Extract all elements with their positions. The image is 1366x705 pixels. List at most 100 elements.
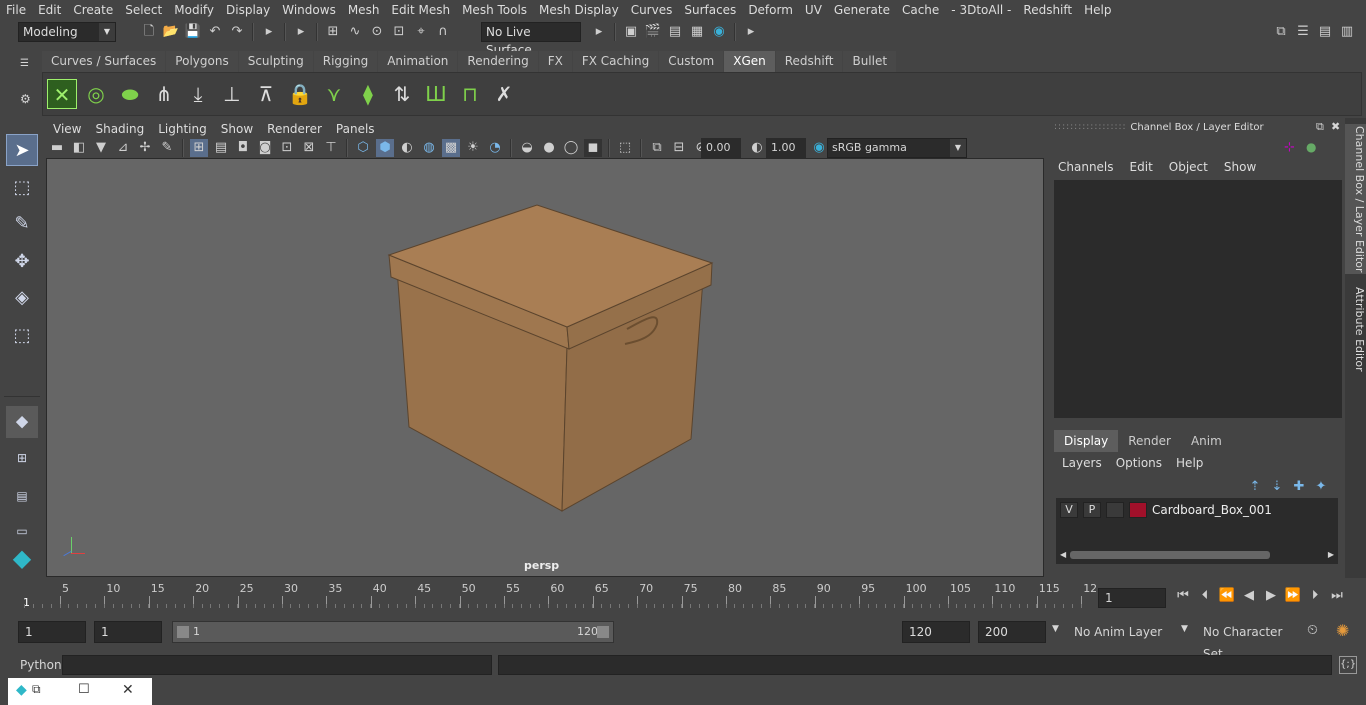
- redo-icon[interactable]: ↷: [228, 23, 246, 41]
- shadows-icon[interactable]: ◔: [486, 139, 504, 157]
- mode-selector[interactable]: Modeling ▼: [18, 22, 116, 42]
- menu-item-mesh-tools[interactable]: Mesh Tools: [456, 0, 533, 20]
- snap-view-icon[interactable]: ⊡: [390, 23, 408, 41]
- image-plane-icon[interactable]: ⊿: [114, 139, 132, 157]
- live-surface-field[interactable]: No Live Surface: [481, 22, 581, 57]
- channel-box-area[interactable]: [1054, 180, 1342, 418]
- grease-pencil-icon[interactable]: ✎: [158, 139, 176, 157]
- snap-surface-icon[interactable]: ⌖: [412, 23, 430, 41]
- menu-item-redshift[interactable]: Redshift: [1017, 0, 1078, 20]
- layer-visibility-toggle[interactable]: V: [1060, 502, 1078, 518]
- cardboard-box-render[interactable]: [47, 159, 1043, 576]
- chevron-down-icon[interactable]: ▼: [1181, 624, 1188, 634]
- viewport-menu-view[interactable]: View: [46, 119, 88, 139]
- minimized-window-bar[interactable]: ◆ ⧉ ☐ ✕: [8, 678, 152, 705]
- float-panel-icon[interactable]: ⧉: [1316, 120, 1324, 134]
- ipr-render-icon[interactable]: ▤: [666, 23, 684, 41]
- time-slider[interactable]: 1 5 10 15 20 25 30 35 40 45 50 55 60 65 70 75 80 85 90 95 1…: [18, 580, 1097, 612]
- menu-item-cache[interactable]: Cache: [896, 0, 945, 20]
- use-default-material-icon[interactable]: ◐: [398, 139, 416, 157]
- channel-box-icon[interactable]: ▥: [1338, 23, 1356, 41]
- select-tool-icon[interactable]: ➤: [6, 134, 38, 166]
- gate-mask-icon[interactable]: ◙: [256, 139, 274, 157]
- restore-icon[interactable]: ⧉: [32, 682, 41, 697]
- isolate-select-icon[interactable]: ⬚: [616, 139, 634, 157]
- cut-guide-icon[interactable]: ⊓: [455, 79, 485, 109]
- script-editor-icon[interactable]: {;}: [1339, 656, 1357, 674]
- resolution-gate-icon[interactable]: ◘: [234, 139, 252, 157]
- smooth-shade-icon[interactable]: ⬢: [376, 139, 394, 157]
- layout-outliner-icon[interactable]: ▤: [6, 480, 38, 512]
- shelf-menu-icon[interactable]: ☰: [20, 58, 29, 69]
- ambient-occlusion-icon[interactable]: ◒: [518, 139, 536, 157]
- depth-of-field-icon[interactable]: ◼: [584, 139, 602, 157]
- attribute-editor-icon[interactable]: ☰: [1294, 23, 1312, 41]
- layout-quad-icon[interactable]: ⊞: [6, 442, 38, 474]
- collapse-icon[interactable]: ▸: [590, 23, 608, 41]
- exposure-field[interactable]: 0.00: [701, 138, 741, 158]
- viewport-menu-renderer[interactable]: Renderer: [260, 119, 329, 139]
- new-scene-icon[interactable]: 🗋: [140, 23, 158, 41]
- channel-box-menu-show[interactable]: Show: [1224, 160, 1256, 174]
- camera-icon[interactable]: ▬: [48, 139, 66, 157]
- gamma-field[interactable]: 1.00: [766, 138, 806, 158]
- channel-box-menu-channels[interactable]: Channels: [1058, 160, 1114, 174]
- menu-item-display[interactable]: Display: [220, 0, 276, 20]
- snap-point-icon[interactable]: ⊙: [368, 23, 386, 41]
- color-management-icon[interactable]: ◉: [810, 139, 828, 157]
- render-settings-icon[interactable]: ▦: [688, 23, 706, 41]
- comb-icon[interactable]: Ш: [421, 79, 451, 109]
- range-slider[interactable]: 1 120: [172, 621, 614, 643]
- hair-guide-icon[interactable]: ⋎: [319, 79, 349, 109]
- shelf-tab-fx-caching[interactable]: FX Caching: [572, 51, 659, 72]
- tab-channel-box[interactable]: Channel Box / Layer Editor: [1345, 124, 1366, 274]
- scale-tool-icon[interactable]: ⬚: [6, 320, 38, 352]
- viewport-menu-lighting[interactable]: Lighting: [151, 119, 214, 139]
- shelf-tab-redshift[interactable]: Redshift: [775, 51, 843, 72]
- shelf-tab-curves-surfaces[interactable]: Curves / Surfaces: [42, 51, 166, 72]
- menu-item-uv[interactable]: UV: [799, 0, 828, 20]
- step-forward-icon[interactable]: ⏵: [1306, 587, 1324, 605]
- color-space-dropdown[interactable]: sRGB gamma ▼: [827, 138, 967, 158]
- menu-item-select[interactable]: Select: [119, 0, 168, 20]
- add-guide-icon[interactable]: ⊥: [217, 79, 247, 109]
- animation-preferences-icon[interactable]: ✺: [1336, 621, 1349, 640]
- layer-row[interactable]: V P Cardboard_Box_001: [1060, 500, 1272, 520]
- xgen-description-icon[interactable]: ⬬: [115, 79, 145, 109]
- hypershade-icon[interactable]: ◉: [710, 23, 728, 41]
- step-back-icon[interactable]: ⏴: [1196, 587, 1214, 605]
- wireframe-icon[interactable]: ⬡: [354, 139, 372, 157]
- menu-item-mesh[interactable]: Mesh: [342, 0, 386, 20]
- start-time-field[interactable]: 1: [18, 621, 86, 643]
- bookmark-icon[interactable]: ▼: [92, 139, 110, 157]
- menu-item-file[interactable]: File: [0, 0, 32, 20]
- place-guide-icon[interactable]: ⤓: [183, 79, 213, 109]
- range-end-handle[interactable]: [597, 626, 609, 638]
- save-scene-icon[interactable]: 💾: [184, 23, 202, 41]
- modeling-toolkit-icon[interactable]: ⧉: [1272, 23, 1290, 41]
- chevron-down-icon[interactable]: ▼: [1052, 624, 1059, 634]
- xray-joints-icon[interactable]: ⊟: [670, 139, 688, 157]
- xgen-editor-icon[interactable]: ✕: [47, 79, 77, 109]
- menu-item-curves[interactable]: Curves: [625, 0, 679, 20]
- shelf-tab-animation[interactable]: Animation: [378, 51, 458, 72]
- menu-item-3dtoall[interactable]: - 3DtoAll -: [945, 0, 1017, 20]
- render-frame-icon[interactable]: 🎬: [644, 23, 662, 41]
- menu-item-edit-mesh[interactable]: Edit Mesh: [385, 0, 456, 20]
- textured-icon[interactable]: ▩: [442, 139, 460, 157]
- xray-icon[interactable]: ⧉: [648, 139, 666, 157]
- menu-item-deform[interactable]: Deform: [742, 0, 799, 20]
- new-layer-selected-icon[interactable]: ✦: [1312, 478, 1330, 496]
- go-to-start-icon[interactable]: ⏮: [1174, 587, 1192, 605]
- shelf-tab-bullet[interactable]: Bullet: [843, 51, 897, 72]
- layer-tab-render[interactable]: Render: [1118, 430, 1181, 452]
- collapse-icon[interactable]: ▸: [292, 23, 310, 41]
- motion-blur-icon[interactable]: ●: [540, 139, 558, 157]
- shelf-tab-xgen[interactable]: XGen: [724, 51, 775, 72]
- play-backwards-icon[interactable]: ◀: [1240, 587, 1258, 605]
- gamma-icon[interactable]: ◐: [748, 139, 766, 157]
- sculpt-guide-icon[interactable]: ⊼: [251, 79, 281, 109]
- safe-action-icon[interactable]: ⊠: [300, 139, 318, 157]
- tool-settings-icon[interactable]: ▤: [1316, 23, 1334, 41]
- viewport-menu-shading[interactable]: Shading: [88, 119, 151, 139]
